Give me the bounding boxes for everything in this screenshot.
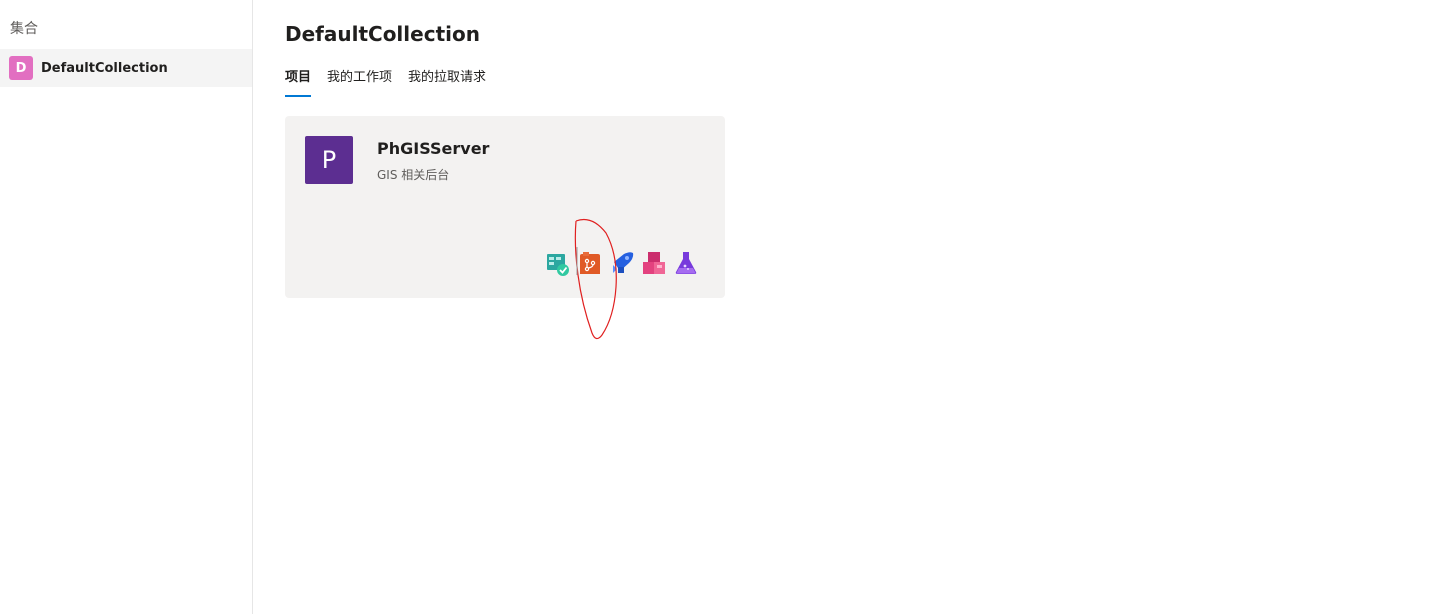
test-plans-icon[interactable] (674, 250, 698, 276)
app-root: 集合 D DefaultCollection DefaultCollection… (0, 0, 1446, 614)
page-title: DefaultCollection (285, 22, 480, 46)
project-avatar: P (305, 136, 353, 184)
tab-bar: 项目 我的工作项 我的拉取请求 (285, 66, 486, 97)
boards-icon[interactable] (546, 250, 570, 276)
project-name[interactable]: PhGISServer (377, 139, 489, 158)
collection-avatar: D (9, 56, 33, 80)
pipelines-icon[interactable] (610, 250, 634, 276)
tab-my-pull-requests[interactable]: 我的拉取请求 (408, 66, 486, 97)
sidebar-item-label: DefaultCollection (41, 60, 168, 76)
repos-icon[interactable] (578, 250, 602, 276)
sidebar-heading: 集合 (10, 21, 38, 37)
tab-my-work-items[interactable]: 我的工作项 (327, 66, 392, 97)
project-card[interactable]: P PhGISServer GIS 相关后台 (285, 116, 725, 298)
sidebar-item-defaultcollection[interactable]: D DefaultCollection (0, 49, 252, 87)
sidebar: 集合 D DefaultCollection (0, 0, 253, 614)
project-description: GIS 相关后台 (377, 168, 450, 182)
project-service-icons (546, 250, 698, 276)
artifacts-icon[interactable] (642, 250, 666, 276)
tab-projects[interactable]: 项目 (285, 66, 312, 97)
